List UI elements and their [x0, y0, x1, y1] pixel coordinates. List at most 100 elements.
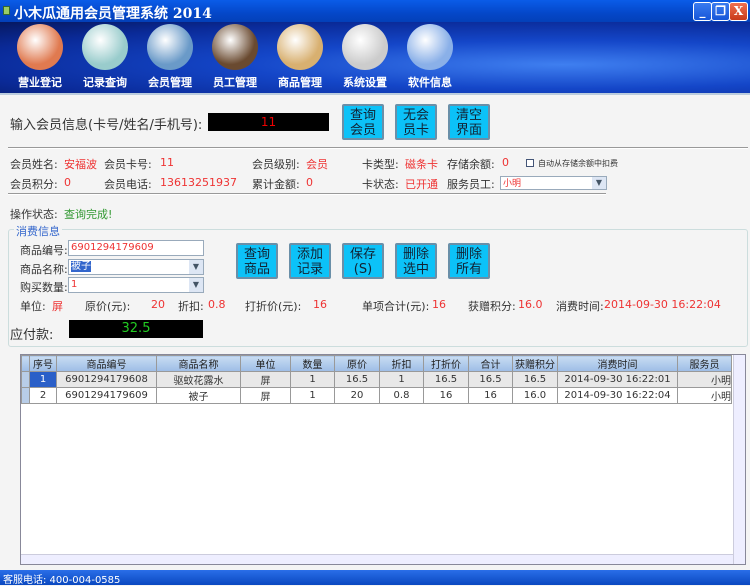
clear-button[interactable]: 清空界面	[448, 104, 490, 140]
add-record-button[interactable]: 添加记录	[289, 243, 331, 279]
qty-value: 1	[71, 279, 78, 290]
close-button[interactable]: X	[729, 2, 748, 21]
query-member-button[interactable]: 查询会员	[342, 104, 384, 140]
toolbar-label: 会员管理	[148, 76, 192, 89]
status-bar: 客服电话: 400-004-0585	[0, 570, 750, 586]
table-cell: 6901294179608	[56, 371, 157, 388]
save-button[interactable]: 保存(S)	[342, 243, 384, 279]
auto-deduct-checkbox[interactable]	[526, 159, 534, 167]
main-toolbar: 营业登记 记录查询 会员管理 员工管理 商品管理 系统设置 软件信息	[0, 22, 750, 93]
product-name-select[interactable]: 被子 ▼	[68, 259, 204, 275]
column-header[interactable]: 商品编号	[56, 355, 157, 372]
minimize-button[interactable]: _	[693, 2, 712, 21]
card-no-label: 会员卡号:	[104, 158, 152, 171]
row-header[interactable]	[21, 387, 30, 404]
points-label: 会员积分:	[10, 178, 58, 191]
delete-selected-button[interactable]: 删除选中	[395, 243, 437, 279]
divider	[8, 147, 748, 149]
button-label: 保存(S)	[349, 247, 376, 277]
qty-label: 购买数量:	[20, 281, 68, 294]
consume-legend: 消费信息	[14, 223, 62, 239]
vertical-scrollbar[interactable]	[733, 355, 745, 564]
table-row[interactable]: 2 6901294179609 被子屏 1 20 0.8 16 16 16.0 2014-09-3…	[21, 387, 732, 404]
divider	[0, 93, 750, 95]
delete-all-button[interactable]: 删除所有	[448, 243, 490, 279]
amount-due: 32.5	[69, 320, 203, 338]
unit: 屏	[52, 300, 63, 313]
member-search-input[interactable]: 11	[208, 113, 329, 131]
code-input[interactable]: 6901294179609	[68, 240, 204, 256]
chevron-down-icon: ▼	[189, 260, 203, 274]
table-row[interactable]: 1 6901294179608 驱蚊花露水屏 1 16.5 1 16.5 16.5 16.5 20…	[21, 371, 732, 388]
table-cell: 屏	[240, 371, 291, 388]
button-label: 清空界面	[455, 108, 482, 138]
column-header[interactable]: 原价	[334, 355, 380, 372]
button-label: 无会员卡	[402, 108, 429, 138]
discount-price: 16	[313, 298, 327, 311]
table-cell: 16.0	[512, 387, 558, 404]
support-phone: 客服电话: 400-004-0585	[3, 575, 121, 586]
balance: 0	[502, 156, 509, 169]
table-cell: 16	[423, 387, 469, 404]
column-header[interactable]: 获赠积分	[512, 355, 558, 372]
phone: 13613251937	[160, 176, 237, 189]
subtotal: 16	[432, 298, 446, 311]
column-header[interactable]: 单位	[240, 355, 291, 372]
table-cell: 16.5	[334, 371, 380, 388]
horizontal-scrollbar[interactable]	[21, 554, 733, 564]
qty-select[interactable]: 1 ▼	[68, 277, 204, 293]
table-cell: 2	[29, 387, 57, 404]
card-type: 磁条卡	[405, 158, 438, 171]
table-cell: 1	[290, 371, 335, 388]
toolbar-box-button[interactable]: 商品管理	[270, 24, 330, 92]
divider	[8, 193, 606, 195]
code-label: 商品编号:	[20, 244, 68, 257]
toolbar-employee-button[interactable]: 员工管理	[205, 24, 265, 92]
column-header[interactable]: 序号	[29, 355, 57, 372]
magnifier-icon	[82, 24, 128, 70]
restore-button[interactable]: ❐	[711, 2, 730, 21]
records-grid[interactable]: 序号 商品编号 商品名称 单位 数量 原价 折扣 打折价 合计 获赠积分 消费时间 服务员 1 6901…	[20, 354, 746, 565]
column-header[interactable]: 打折价	[423, 355, 469, 372]
member-name: 安福波	[64, 158, 97, 171]
button-label: 查询会员	[349, 108, 376, 138]
staff-select[interactable]: 小明 ▼	[500, 176, 607, 190]
chevron-down-icon: ▼	[189, 278, 203, 292]
table-cell: 0.8	[379, 387, 424, 404]
table-cell: 小明	[677, 387, 732, 404]
toolbar-label: 营业登记	[18, 76, 62, 89]
table-cell: 2014-09-30 16:22:04	[557, 387, 678, 404]
box-icon	[277, 24, 323, 70]
row-header[interactable]	[21, 371, 30, 388]
column-header[interactable]: 商品名称	[156, 355, 241, 372]
table-cell: 2014-09-30 16:22:01	[557, 371, 678, 388]
toolbar-gear-button[interactable]: 系统设置	[335, 24, 395, 92]
column-header[interactable]: 折扣	[379, 355, 424, 372]
no-card-button[interactable]: 无会员卡	[395, 104, 437, 140]
toolbar-label: 软件信息	[408, 76, 452, 89]
toolbar-receptionist-button[interactable]: 营业登记	[10, 24, 70, 92]
column-header[interactable]: 服务员	[677, 355, 732, 372]
toolbar-label: 系统设置	[343, 76, 387, 89]
price: 20	[151, 298, 165, 311]
table-cell: 小明	[677, 371, 732, 388]
query-product-button[interactable]: 查询商品	[236, 243, 278, 279]
toolbar-magnifier-button[interactable]: 记录查询	[75, 24, 135, 92]
column-header[interactable]: 合计	[468, 355, 513, 372]
total: 0	[306, 176, 313, 189]
column-header[interactable]: 数量	[290, 355, 335, 372]
app-icon	[3, 6, 10, 15]
toolbar-globe-button[interactable]: 软件信息	[400, 24, 460, 92]
members-icon	[147, 24, 193, 70]
column-header[interactable]: 消费时间	[557, 355, 678, 372]
table-cell: 驱蚊花露水	[156, 371, 241, 388]
receptionist-icon	[17, 24, 63, 70]
button-label: 删除所有	[455, 247, 482, 277]
table-cell: 20	[334, 387, 380, 404]
bonus-points-label: 获赠积分:	[468, 300, 516, 313]
table-cell: 屏	[240, 387, 291, 404]
points: 0	[64, 176, 71, 189]
search-label: 输入会员信息(卡号/姓名/手机号):	[10, 118, 203, 133]
toolbar-members-button[interactable]: 会员管理	[140, 24, 200, 92]
table-cell: 16	[468, 387, 513, 404]
